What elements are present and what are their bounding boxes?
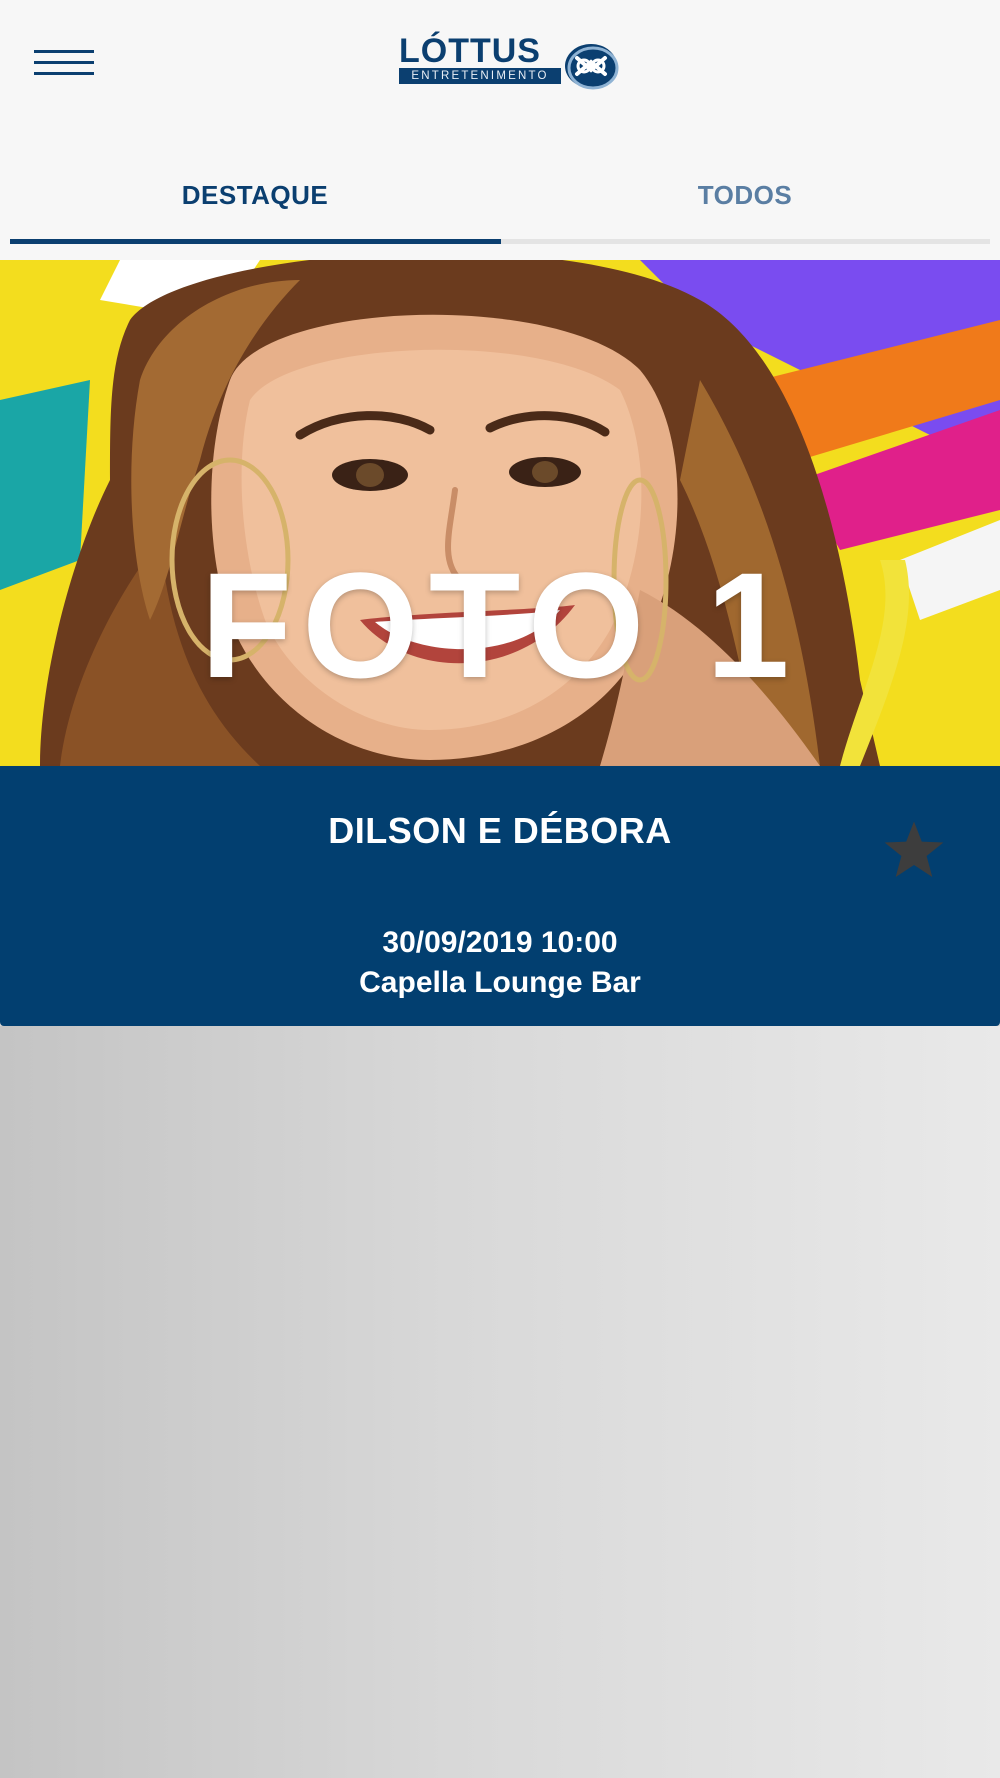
- brand-logo: LÓTTUS ENTRETENIMENTO: [395, 32, 625, 94]
- event-info-panel: DILSON E DÉBORA 30/09/2019 10:00 Capella…: [0, 766, 1000, 1026]
- event-image: FOTO 1: [0, 260, 1000, 766]
- star-icon: [884, 821, 944, 877]
- menu-button[interactable]: [26, 40, 102, 88]
- event-venue: Capella Lounge Bar: [359, 966, 641, 999]
- featured-event-card[interactable]: FOTO 1 DILSON E DÉBORA 30/09/2019 10:00 …: [0, 260, 1000, 1026]
- lottus-knot-icon: [565, 44, 619, 90]
- logo-word: LÓTTUS: [399, 32, 541, 70]
- tab-destaque-label: DESTAQUE: [181, 180, 329, 210]
- content-background: [0, 1026, 1000, 1778]
- event-title: DILSON E DÉBORA: [328, 810, 672, 851]
- tab-destaque[interactable]: DESTAQUE: [10, 135, 500, 245]
- tab-todos[interactable]: TODOS: [500, 135, 990, 245]
- event-datetime: 30/09/2019 10:00: [382, 926, 618, 959]
- logo-subtitle: ENTRETENIMENTO: [399, 68, 561, 84]
- tab-active-indicator: [10, 239, 501, 244]
- favorite-button[interactable]: [878, 814, 950, 886]
- event-image-caption: FOTO 1: [200, 541, 800, 709]
- app-bar: LÓTTUS ENTRETENIMENTO: [0, 0, 1000, 135]
- tab-bar: DESTAQUE TODOS: [10, 135, 990, 245]
- tab-todos-label: TODOS: [697, 180, 793, 210]
